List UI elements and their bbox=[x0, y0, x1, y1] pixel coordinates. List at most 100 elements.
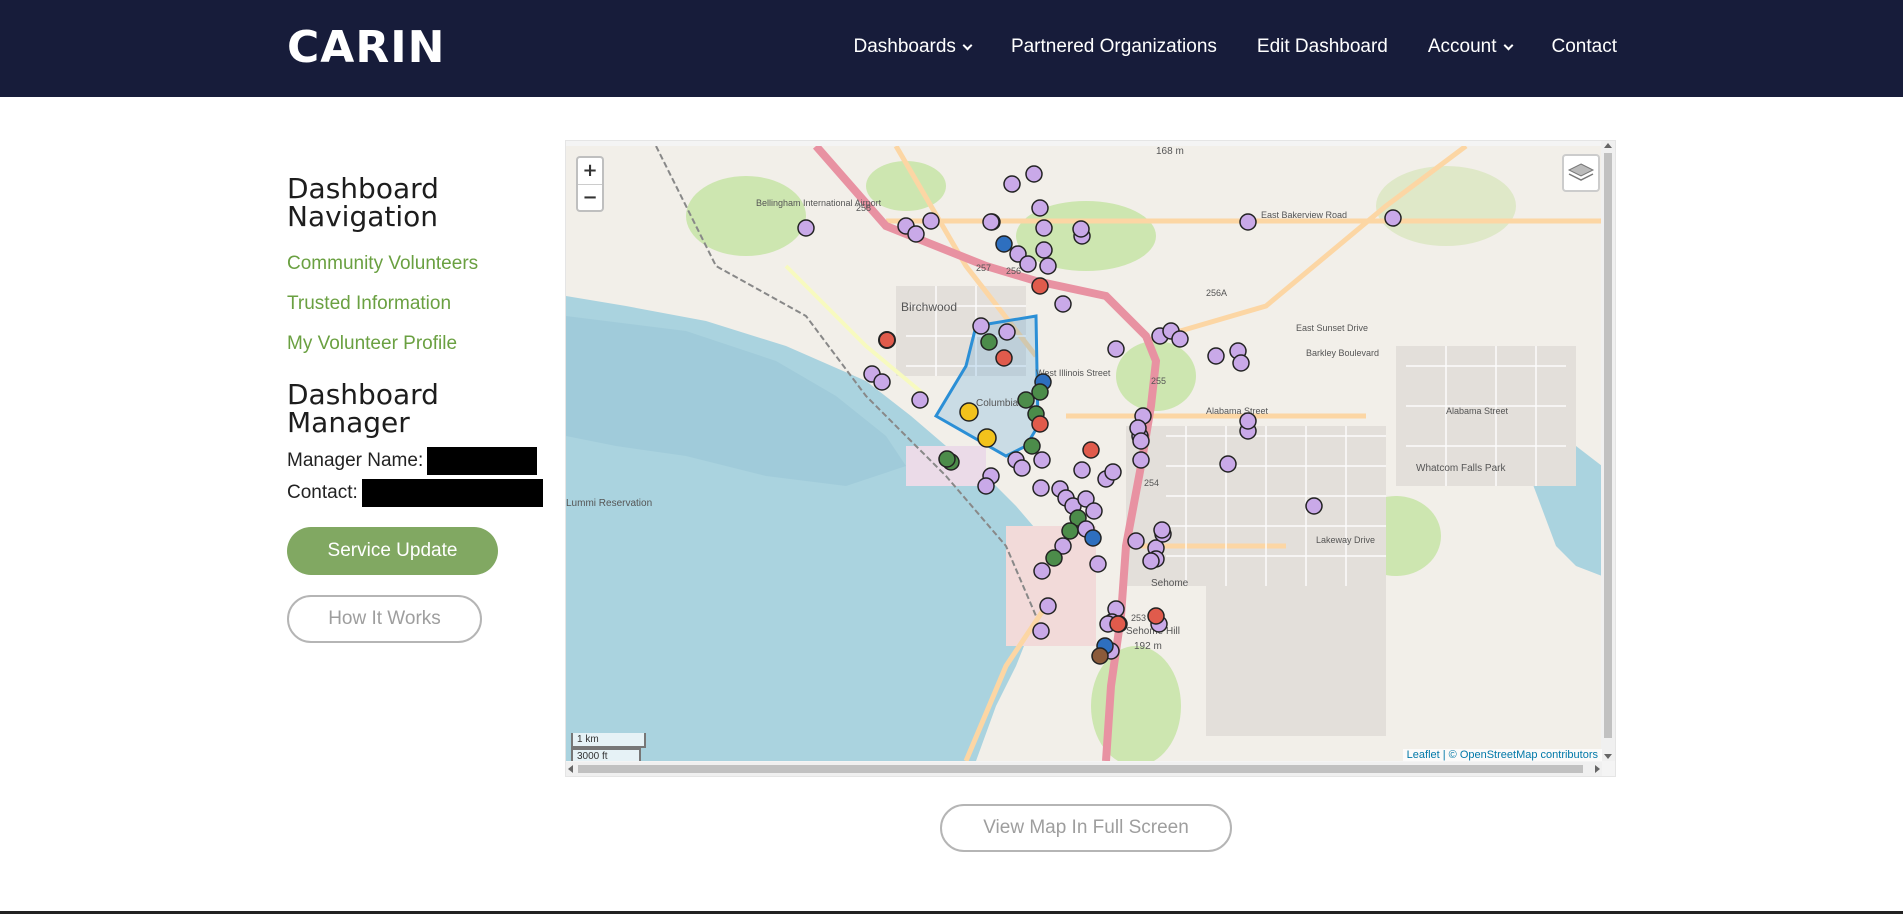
map-scale: 1 km 3000 ft bbox=[571, 733, 646, 761]
marker-green[interactable] bbox=[1023, 437, 1041, 455]
marker-purple[interactable] bbox=[1239, 412, 1257, 430]
marker-purple[interactable] bbox=[1142, 552, 1160, 570]
exit-256: 256 bbox=[1006, 266, 1021, 276]
marker-purple[interactable] bbox=[1219, 455, 1237, 473]
map-label-alabama-e: Alabama Street bbox=[1446, 406, 1509, 416]
layers-control[interactable] bbox=[1562, 154, 1600, 192]
service-update-button[interactable]: Service Update bbox=[287, 527, 498, 575]
marker-red[interactable] bbox=[995, 349, 1013, 367]
marker-purple[interactable] bbox=[1239, 213, 1257, 231]
marker-purple[interactable] bbox=[1054, 295, 1072, 313]
marker-purple[interactable] bbox=[1039, 257, 1057, 275]
zoom-out-button[interactable]: − bbox=[578, 184, 602, 210]
exit-255: 255 bbox=[1151, 376, 1166, 386]
marker-green[interactable] bbox=[1045, 549, 1063, 567]
marker-purple[interactable] bbox=[998, 323, 1016, 341]
marker-red[interactable] bbox=[1091, 647, 1109, 665]
marker-green[interactable] bbox=[980, 333, 998, 351]
marker-purple[interactable] bbox=[1013, 459, 1031, 477]
marker-purple[interactable] bbox=[1089, 555, 1107, 573]
exit-253: 253 bbox=[1131, 613, 1146, 623]
marker-purple[interactable] bbox=[1127, 532, 1145, 550]
marker-purple[interactable] bbox=[922, 212, 940, 230]
link-trusted-information[interactable]: Trusted Information bbox=[287, 293, 547, 315]
marker-red[interactable] bbox=[1109, 615, 1127, 633]
brand-logo[interactable]: CARIN bbox=[287, 22, 445, 73]
nav-account-label: Account bbox=[1427, 36, 1497, 57]
map-label-barkley: Barkley Boulevard bbox=[1306, 348, 1379, 358]
leaflet-map[interactable]: Birchwood Columbia Sehome Sehome Hill 19… bbox=[566, 146, 1602, 761]
marker-purple[interactable] bbox=[1073, 461, 1091, 479]
marker-blue[interactable] bbox=[995, 235, 1013, 253]
marker-green[interactable] bbox=[1061, 522, 1079, 540]
link-community-volunteers[interactable]: Community Volunteers bbox=[287, 253, 547, 275]
marker-blue[interactable] bbox=[1084, 529, 1102, 547]
scroll-up-icon[interactable] bbox=[1604, 143, 1612, 148]
redacted-manager-name bbox=[427, 447, 538, 475]
marker-green[interactable] bbox=[1017, 391, 1035, 409]
marker-yellow[interactable] bbox=[977, 428, 997, 448]
marker-purple[interactable] bbox=[1035, 241, 1053, 259]
marker-purple[interactable] bbox=[873, 373, 891, 391]
marker-purple[interactable] bbox=[1033, 562, 1051, 580]
scroll-left-icon[interactable] bbox=[568, 765, 573, 773]
marker-purple[interactable] bbox=[1072, 220, 1090, 238]
marker-purple[interactable] bbox=[1153, 521, 1171, 539]
view-fullscreen-button[interactable]: View Map In Full Screen bbox=[940, 804, 1232, 852]
how-it-works-button[interactable]: How It Works bbox=[287, 595, 482, 643]
marker-purple[interactable] bbox=[1171, 330, 1189, 348]
dashboard-navigation-heading: Dashboard Navigation bbox=[287, 172, 439, 233]
marker-purple[interactable] bbox=[1384, 209, 1402, 227]
link-my-volunteer-profile[interactable]: My Volunteer Profile bbox=[287, 333, 547, 355]
marker-purple[interactable] bbox=[1035, 219, 1053, 237]
marker-purple[interactable] bbox=[1207, 347, 1225, 365]
exit-254: 254 bbox=[1144, 478, 1159, 488]
commercial bbox=[1006, 526, 1096, 646]
zoom-in-button[interactable]: + bbox=[578, 158, 602, 184]
scroll-right-icon[interactable] bbox=[1595, 765, 1600, 773]
marker-green[interactable] bbox=[938, 450, 956, 468]
marker-purple[interactable] bbox=[1104, 463, 1122, 481]
nav-account[interactable]: Account bbox=[1427, 36, 1513, 58]
marker-purple[interactable] bbox=[1085, 502, 1103, 520]
nav-dashboards[interactable]: Dashboards bbox=[853, 36, 973, 58]
horizontal-scroll-thumb[interactable] bbox=[578, 765, 1583, 773]
marker-purple[interactable] bbox=[982, 213, 1000, 231]
vertical-scroll-thumb[interactable] bbox=[1604, 153, 1612, 738]
marker-yellow[interactable] bbox=[959, 402, 979, 422]
map-attribution[interactable]: Leaflet | © OpenStreetMap contributors bbox=[1402, 749, 1602, 761]
marker-purple[interactable] bbox=[1132, 432, 1150, 450]
marker-purple[interactable] bbox=[1025, 165, 1043, 183]
marker-red[interactable] bbox=[1082, 441, 1100, 459]
marker-blue[interactable] bbox=[907, 225, 925, 243]
nav-edit-dashboard[interactable]: Edit Dashboard bbox=[1257, 36, 1388, 58]
marker-red[interactable] bbox=[1031, 277, 1049, 295]
marker-purple[interactable] bbox=[1032, 622, 1050, 640]
exit-257: 257 bbox=[976, 263, 991, 273]
marker-purple[interactable] bbox=[911, 391, 929, 409]
marker-red[interactable] bbox=[1031, 415, 1049, 433]
marker-purple[interactable] bbox=[977, 477, 995, 495]
marker-purple[interactable] bbox=[1019, 255, 1037, 273]
scroll-down-icon[interactable] bbox=[1604, 754, 1612, 759]
map-horizontal-scrollbar[interactable] bbox=[566, 762, 1602, 776]
nav-contact[interactable]: Contact bbox=[1552, 36, 1617, 58]
marker-purple[interactable] bbox=[1031, 199, 1049, 217]
marker-red[interactable] bbox=[878, 331, 896, 349]
marker-purple[interactable] bbox=[1033, 451, 1051, 469]
marker-purple[interactable] bbox=[797, 219, 815, 237]
nav-partnered-organizations[interactable]: Partnered Organizations bbox=[1011, 36, 1217, 58]
marker-purple[interactable] bbox=[1107, 340, 1125, 358]
map-label-sehome: Sehome bbox=[1151, 578, 1189, 589]
marker-purple[interactable] bbox=[1305, 497, 1323, 515]
marker-red[interactable] bbox=[1147, 607, 1165, 625]
marker-purple[interactable] bbox=[1132, 451, 1150, 469]
map-label-birchwood: Birchwood bbox=[901, 300, 957, 314]
map-vertical-scrollbar[interactable] bbox=[1601, 141, 1615, 761]
marker-purple[interactable] bbox=[1232, 354, 1250, 372]
marker-purple[interactable] bbox=[1039, 597, 1057, 615]
map-label-whatcom-falls: Whatcom Falls Park bbox=[1416, 463, 1506, 474]
marker-purple[interactable] bbox=[972, 317, 990, 335]
marker-purple[interactable] bbox=[1003, 175, 1021, 193]
marker-purple[interactable] bbox=[1032, 479, 1050, 497]
